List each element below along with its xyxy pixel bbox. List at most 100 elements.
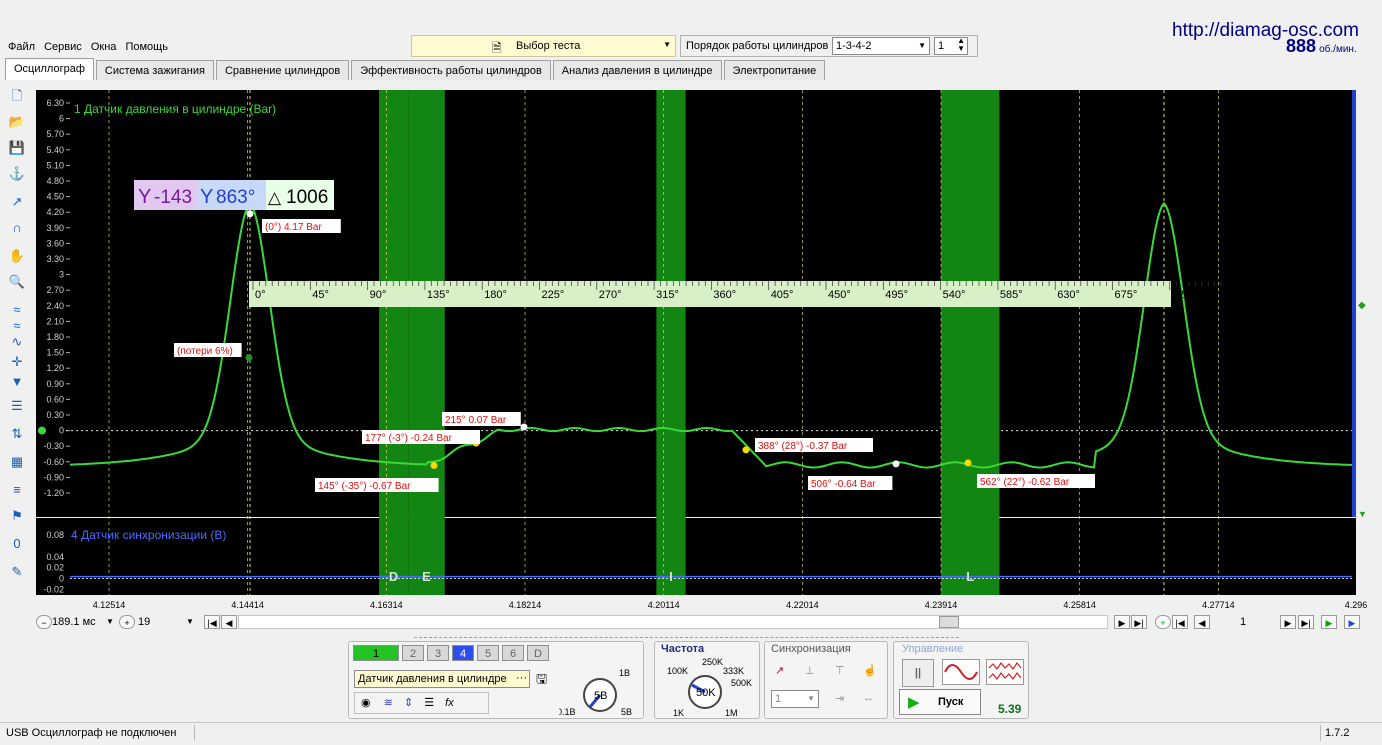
cursor-icon[interactable]: ↗ <box>7 192 27 212</box>
trace-point[interactable] <box>892 460 900 468</box>
lines-icon[interactable]: ☰ <box>424 697 434 709</box>
channel-zero-marker[interactable] <box>38 426 46 435</box>
zoom-icon[interactable]: 🔍 <box>7 272 27 292</box>
next-page-icon[interactable]: ▶ <box>1114 615 1130 629</box>
level-marker-icon[interactable]: ◆ <box>1358 300 1366 311</box>
voltage-knob[interactable]: 5В 0.1В 5В 1В <box>559 664 641 716</box>
trace-point[interactable] <box>520 423 528 431</box>
open-folder-icon[interactable]: 📂 <box>7 112 27 132</box>
chevron-down-icon: ▼ <box>918 41 926 50</box>
crosshair-icon[interactable]: ✛ <box>7 352 27 372</box>
table-icon[interactable]: ▦ <box>7 452 27 472</box>
tab-ignition[interactable]: Система зажигания <box>95 60 214 80</box>
wave3-icon[interactable]: ∿ <box>7 332 27 352</box>
markers-icon[interactable]: ▼ <box>7 372 27 392</box>
trace-point[interactable] <box>430 461 438 469</box>
scroll-thumb[interactable] <box>939 616 959 628</box>
prev-frame-icon[interactable]: ◀ <box>1194 615 1210 629</box>
frame-number[interactable]: 1 <box>1240 616 1246 628</box>
menu-service[interactable]: Сервис <box>44 41 82 53</box>
menu-file[interactable]: Файл <box>8 41 35 53</box>
falling-edge-icon[interactable]: ⊥ <box>805 664 815 677</box>
y-tick-label: 5.40 <box>46 145 64 155</box>
invert-icon[interactable]: ⇅ <box>7 424 27 444</box>
lower-channel[interactable] <box>36 518 1356 595</box>
tab-cylinder-efficiency[interactable]: Эффективность работы цилиндров <box>351 60 551 80</box>
vertical-scale-icon[interactable]: ⇕ <box>404 697 413 709</box>
channel-1-button[interactable]: 1 <box>353 645 399 661</box>
hand-icon[interactable]: ✋ <box>7 246 27 266</box>
pause-button[interactable]: || <box>902 659 934 687</box>
channel-5-button[interactable]: 5 <box>477 645 499 661</box>
degree-ruler[interactable] <box>249 281 1171 307</box>
channel-2-button[interactable]: 2 <box>402 645 424 661</box>
trace-point[interactable] <box>245 354 253 362</box>
first-page-icon[interactable]: |◀ <box>204 615 220 629</box>
channel-3-button[interactable]: 3 <box>427 645 449 661</box>
degree-tick-label: 45° <box>312 289 329 301</box>
frequency-knob[interactable]: 50K 250K 100K 333K 500K 1K 1M <box>655 654 761 718</box>
auto-icon[interactable]: ≡ <box>7 480 27 500</box>
y-tick-label: 6 <box>59 114 64 124</box>
tab-pressure-analysis[interactable]: Анализ давления в цилиндре <box>552 60 722 80</box>
pulse-icon[interactable]: ⊤ <box>835 664 845 677</box>
splitter-handle[interactable] <box>414 632 959 638</box>
measure-icon[interactable]: ∩ <box>7 218 27 238</box>
time-value[interactable]: 189.1 мс <box>52 616 96 628</box>
tab-power[interactable]: Электропитание <box>723 60 826 80</box>
new-file-icon[interactable]: 🗋 <box>7 86 27 106</box>
last-page-icon[interactable]: ▶| <box>1131 615 1147 629</box>
sensor-select[interactable]: Датчик давления в цилиндре ··· <box>354 670 530 688</box>
waveform-icon[interactable]: ≋ <box>384 697 393 709</box>
save-icon[interactable]: 💾 <box>7 138 27 158</box>
play-fast-icon[interactable]: ▶ <box>1344 615 1360 629</box>
noise-mode-button[interactable] <box>986 659 1024 685</box>
y-tick-label: 5.70 <box>46 129 64 139</box>
channel-4-button[interactable]: 4 <box>452 645 474 661</box>
chevron-down-icon[interactable]: ▼ <box>186 617 194 626</box>
menu-windows[interactable]: Окна <box>91 41 117 53</box>
firing-order-select[interactable]: 1-3-4-2 ▼ <box>832 37 930 55</box>
freq-label-1m: 1M <box>725 708 738 718</box>
compare-icon[interactable]: ☰ <box>7 396 27 416</box>
menu-help[interactable]: Помощь <box>125 41 168 53</box>
first-frame-icon[interactable]: |◀ <box>1172 615 1188 629</box>
zoom-in-icon[interactable]: + <box>119 615 135 629</box>
formula-icon[interactable]: fx <box>445 697 454 709</box>
last-frame-icon[interactable]: ▶| <box>1298 615 1314 629</box>
eye-icon[interactable]: ◉ <box>361 697 371 709</box>
start-button[interactable]: ▶ Пуск <box>899 689 981 715</box>
sine-mode-button[interactable] <box>942 659 980 685</box>
test-select[interactable]: 🗎 Выбор теста ▼ <box>411 35 676 57</box>
prev-page-icon[interactable]: ◀ <box>221 615 237 629</box>
sync-channel-select[interactable]: 1 ▼ <box>771 690 819 708</box>
add-page-icon[interactable]: + <box>1155 615 1171 629</box>
cylinder-stepper[interactable]: 1 ▲ ▼ <box>934 37 968 55</box>
channel-d-button[interactable]: D <box>527 645 549 661</box>
notes-icon[interactable]: ✎ <box>7 562 27 582</box>
zero-icon[interactable]: 0 <box>7 534 27 554</box>
chevron-down-icon[interactable]: ▼ <box>106 617 114 626</box>
ellipsis-icon[interactable]: ··· <box>516 670 527 686</box>
trace-point[interactable] <box>964 459 972 467</box>
auto-scale-icon[interactable]: ⚓ <box>7 164 27 184</box>
zoom-value[interactable]: 19 <box>138 616 150 628</box>
time-scrollbar[interactable] <box>238 615 1108 629</box>
channel-6-button[interactable]: 6 <box>502 645 524 661</box>
y-tick-label: 1.80 <box>46 332 64 342</box>
sync-pointer-icon[interactable]: ☝ <box>863 664 877 677</box>
trace-point[interactable] <box>742 446 750 454</box>
rising-edge-icon[interactable]: ↗ <box>775 664 784 677</box>
down-marker-icon[interactable]: ▼ <box>1358 509 1367 519</box>
sensor-config-icon[interactable]: 🖫 <box>536 670 547 692</box>
trace-point[interactable] <box>246 210 254 218</box>
tab-oscillograph[interactable]: Осциллограф <box>5 58 94 80</box>
next-frame-icon[interactable]: ▶ <box>1280 615 1296 629</box>
sync-level-icon[interactable]: ⇥ <box>835 692 844 705</box>
flag-icon[interactable]: ⚑ <box>7 506 27 526</box>
sync-shift-icon[interactable]: ↔ <box>863 692 874 704</box>
oscilloscope-view[interactable]: 6.30 6 5.70 5.40 5.10 4.80 4.50 4.20 3.90 3.60 3.3… <box>36 84 1370 614</box>
play-icon[interactable]: ▶ <box>1321 615 1337 629</box>
tab-cylinder-compare[interactable]: Сравнение цилиндров <box>215 60 350 80</box>
zoom-out-icon[interactable]: − <box>36 615 52 629</box>
